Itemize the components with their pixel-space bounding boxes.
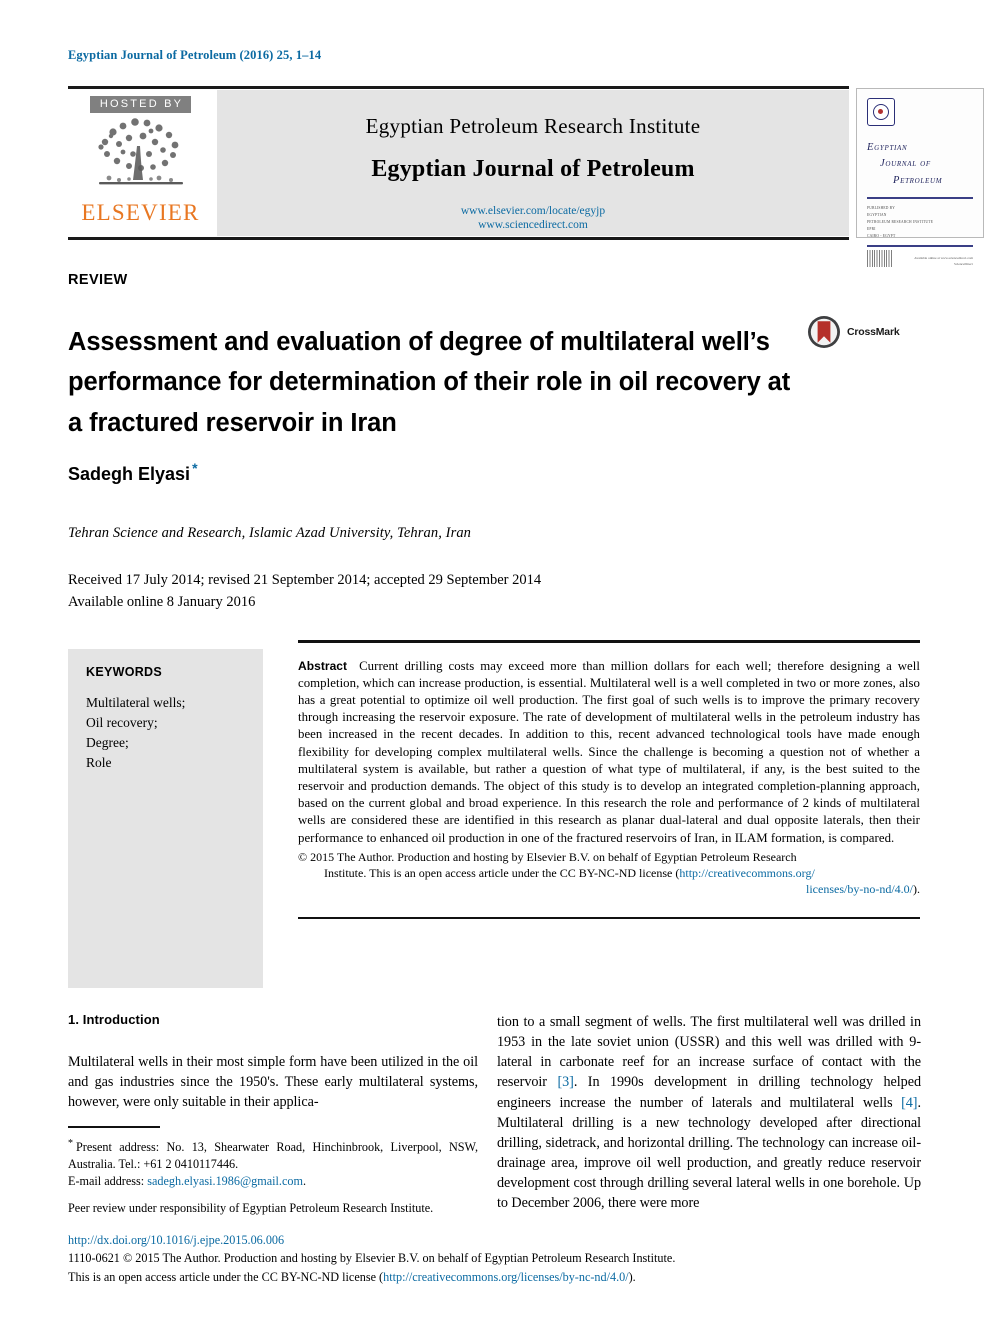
copyright-text: Institute. This is an open access articl… — [324, 866, 680, 881]
link-elsevier-locate[interactable]: www.elsevier.com/locate/egyjp — [217, 204, 849, 218]
email-period: . — [302, 1174, 306, 1189]
cover-title-line-3: Petroleum — [893, 174, 943, 186]
journal-title-band: Egyptian Petroleum Research Institute Eg… — [217, 90, 849, 236]
author-name: Sadegh Elyasi * — [68, 460, 198, 485]
citation-ref-3[interactable]: [3] — [557, 1074, 573, 1090]
page-footer: http://dx.doi.org/10.1016/j.ejpe.2015.06… — [68, 1232, 924, 1286]
keyword-item: Oil recovery; — [86, 714, 158, 730]
intro-right-part-3: . Multilateral drilling is a new technol… — [497, 1094, 921, 1212]
cover-journal-title: Egyptian Journal of Petroleum — [867, 140, 973, 189]
copyright-end: ). — [913, 882, 920, 897]
footer-license-link[interactable]: http://creativecommons.org/licenses/by-n… — [383, 1270, 629, 1284]
doi-link[interactable]: http://dx.doi.org/10.1016/j.ejpe.2015.06… — [68, 1232, 924, 1249]
abstract-top-rule — [298, 640, 920, 643]
email-link[interactable]: sadegh.elyasi.1986@gmail.com — [147, 1174, 303, 1188]
footer-copyright-line: 1110-0621 © 2015 The Author. Production … — [68, 1251, 676, 1266]
author-label: Sadegh Elyasi — [68, 464, 191, 484]
author-affiliation: Tehran Science and Research, Islamic Aza… — [68, 525, 472, 541]
footer-license-suffix: ). — [628, 1269, 636, 1284]
abstract-section: Abstract Current drilling costs may excee… — [298, 640, 920, 920]
article-type-label: REVIEW — [68, 272, 128, 288]
crossmark-badge[interactable]: CrossMark — [807, 314, 919, 350]
copyright-line-1: © 2015 The Author. Production and hostin… — [298, 849, 797, 864]
copyright-line-2: Institute. This is an open access articl… — [298, 865, 920, 881]
article-page: Egyptian Journal of Petroleum (2016) 25,… — [0, 0, 992, 1323]
introduction-paragraph-left: Multilateral wells in their most simple … — [68, 1054, 478, 1111]
barcode-icon — [867, 250, 893, 268]
footnote-block: * Present address: No. 13, Shearwater Roa… — [68, 1126, 478, 1217]
citation-ref-4[interactable]: [4] — [901, 1095, 917, 1111]
footnote-address-text: Present address: No. 13, Shearwater Road… — [68, 1139, 478, 1171]
footnote-present-address: * Present address: No. 13, Shearwater Roa… — [68, 1137, 478, 1174]
email-label: E-mail address: — [68, 1174, 148, 1189]
history-received: Received 17 July 2014; revised 21 Septem… — [68, 572, 542, 588]
institute-name: Egyptian Petroleum Research Institute — [365, 114, 701, 138]
keywords-box: KEYWORDS Multilateral wells; Oil recover… — [68, 649, 263, 988]
history-available-online: Available online 8 January 2016 — [68, 593, 256, 610]
author-footnote-marker[interactable]: * — [192, 460, 197, 476]
body-column-left: 1. Introduction Multilateral wells in th… — [68, 1012, 478, 1112]
epri-seal-icon — [867, 98, 895, 126]
elsevier-logo-block: HOSTED BY ELSEVIER — [68, 90, 213, 236]
cover-footer-divider — [867, 245, 973, 248]
cover-title-line-2: Journal of — [880, 158, 931, 170]
keyword-item: Degree; — [86, 734, 129, 750]
abstract-label: Abstract — [298, 658, 348, 673]
crossmark-label: CrossMark — [847, 326, 900, 338]
footer-license-line: This is an open access article under the… — [68, 1269, 924, 1286]
journal-links: www.elsevier.com/locate/egyjp www.scienc… — [217, 204, 849, 233]
footer-license-prefix: This is an open access article under the… — [68, 1269, 384, 1284]
cover-footer: Available online at www.sciencedirect.co… — [867, 250, 973, 268]
license-link-part-2[interactable]: licenses/by-no-nd/4.0/ — [806, 882, 913, 896]
body-column-right: tion to a small segment of wells. The fi… — [497, 1012, 921, 1214]
abstract-text: Current drilling costs may exceed more t… — [298, 658, 920, 845]
masthead-top-rule — [68, 86, 849, 89]
keywords-heading: KEYWORDS — [86, 665, 163, 679]
journal-masthead: HOSTED BY ELSEVIER Egyptian Petroleum Re… — [68, 86, 984, 268]
hosted-by-badge: HOSTED BY — [89, 96, 192, 113]
footnote-rule — [68, 1126, 160, 1128]
masthead-bottom-rule — [68, 237, 849, 240]
license-link-part-1[interactable]: http://creativecommons.org/ — [679, 866, 814, 880]
article-history: Received 17 July 2014; revised 21 Septem… — [68, 570, 541, 614]
abstract-body: Abstract Current drilling costs may excee… — [298, 658, 920, 847]
elsevier-tree-icon — [97, 118, 183, 185]
footnote-email: E-mail address: sadegh.elyasi.1986@gmail… — [68, 1173, 478, 1190]
elsevier-wordmark: ELSEVIER — [81, 200, 200, 225]
running-head: Egyptian Journal of Petroleum (2016) 25,… — [68, 48, 322, 62]
section-heading-introduction: 1. Introduction — [68, 1012, 160, 1027]
crossmark-icon — [808, 316, 840, 348]
footnote-marker: * — [68, 1137, 73, 1149]
cover-title-line-1: Egyptian — [867, 142, 908, 153]
keywords-list: Multilateral wells; Oil recovery; Degree… — [86, 693, 263, 773]
journal-cover-thumbnail: Egyptian Journal of Petroleum PUBLISHED … — [856, 88, 984, 268]
cover-publisher-meta: PUBLISHED BY EGYPTIAN PETROLEUM RESEARCH… — [867, 206, 934, 238]
keyword-item: Role — [86, 754, 112, 770]
cover-divider — [867, 196, 973, 200]
journal-name: Egyptian Journal of Petroleum — [371, 156, 695, 182]
cover-footer-text: Available online at www.sciencedirect.co… — [914, 255, 973, 266]
page-title: Assessment and evaluation of degree of m… — [68, 328, 791, 437]
abstract-bottom-rule — [298, 916, 920, 920]
footnote-peer-review: Peer review under responsibility of Egyp… — [68, 1200, 434, 1215]
link-sciencedirect[interactable]: www.sciencedirect.com — [217, 218, 849, 232]
copyright-line-3: licenses/by-no-nd/4.0/). — [298, 881, 920, 897]
keyword-item: Multilateral wells; — [86, 695, 186, 710]
abstract-copyright: © 2015 The Author. Production and hostin… — [298, 849, 920, 898]
introduction-paragraph-right: tion to a small segment of wells. The fi… — [497, 1012, 921, 1214]
